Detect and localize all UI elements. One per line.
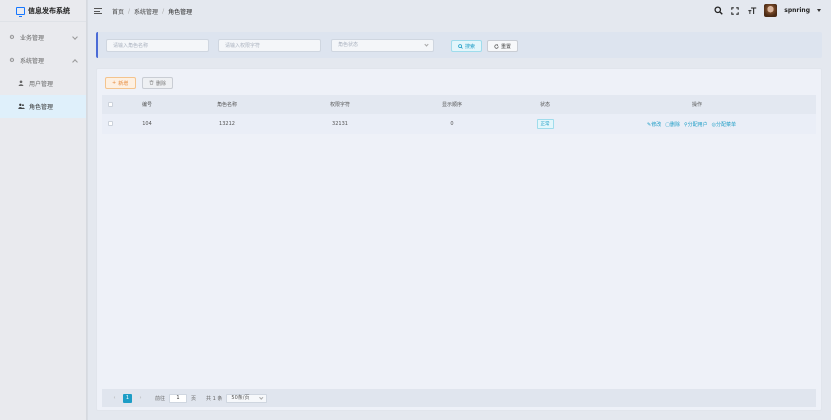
goto-suffix: 页 bbox=[191, 395, 197, 402]
search-button[interactable]: 搜索 bbox=[451, 40, 482, 52]
plus-icon: + bbox=[112, 80, 117, 86]
table-header: 编号 角色名称 权限字符 显示顺序 状态 操作 bbox=[102, 95, 816, 114]
delete-action-label: 删除 bbox=[669, 121, 680, 128]
cell-role-name: 13212 bbox=[219, 121, 235, 127]
caret-down-icon[interactable] bbox=[817, 9, 821, 12]
sidebar-item-label: 用户管理 bbox=[29, 81, 54, 88]
monitor-icon bbox=[16, 6, 25, 17]
column-header-permission-key: 权限字符 bbox=[329, 102, 350, 108]
sidebar-item-label: 业务管理 bbox=[20, 35, 45, 42]
breadcrumb-separator: / bbox=[128, 7, 131, 15]
add-button[interactable]: + 新增 bbox=[105, 77, 136, 89]
reset-button-label: 重置 bbox=[500, 43, 511, 50]
user-icon bbox=[17, 79, 25, 88]
goto-page-input[interactable]: 1 bbox=[169, 393, 188, 403]
edit-action[interactable]: ✎修改 bbox=[647, 121, 661, 128]
assign-menu-action-label: 分配菜单 bbox=[716, 121, 737, 128]
cell-status: 正常 bbox=[532, 119, 558, 129]
search-button-label: 搜索 bbox=[464, 43, 475, 50]
column-header-display-order: 显示顺序 bbox=[441, 102, 462, 108]
sidebar-item-users[interactable]: 用户管理 bbox=[0, 72, 86, 95]
refresh-icon bbox=[494, 43, 499, 49]
permission-key-input[interactable] bbox=[218, 39, 321, 52]
search-form: 角色状态 搜索 重置 bbox=[96, 32, 822, 58]
cell-permission-key: 32131 bbox=[332, 121, 348, 127]
sidebar-menu: ⚙ 业务管理 ⚙ 系统管理 用户管理 角色管理 bbox=[0, 22, 86, 118]
chevron-down-icon bbox=[259, 395, 263, 400]
status-badge: 正常 bbox=[536, 119, 554, 129]
sidebar-item-roles[interactable]: 角色管理 bbox=[0, 95, 86, 118]
select-all-checkbox[interactable] bbox=[108, 102, 113, 107]
chevron-down-icon bbox=[424, 42, 429, 47]
add-button-label: 新增 bbox=[118, 80, 129, 87]
gear-icon: ⚙ bbox=[9, 34, 15, 41]
column-header-role-name: 角色名称 bbox=[216, 102, 237, 108]
chevron-down-icon bbox=[72, 59, 78, 65]
chevron-down-icon bbox=[72, 34, 78, 40]
delete-button[interactable]: 删除 bbox=[142, 77, 173, 89]
table-row: 104 13212 32131 0 正常 ✎修改 ▢删除 ⚲分配用户 ◎分配菜单 bbox=[102, 114, 816, 134]
total-count: 共 1 条 bbox=[206, 395, 223, 402]
search-icon[interactable] bbox=[713, 6, 723, 16]
breadcrumb: 首页 / 系统管理 / 角色管理 bbox=[112, 7, 192, 16]
sidebar-item-system[interactable]: ⚙ 系统管理 bbox=[0, 49, 86, 72]
column-header-actions: 操作 bbox=[691, 102, 702, 108]
fullscreen-icon[interactable] bbox=[730, 6, 740, 16]
app-title: 信息发布系统 bbox=[28, 6, 70, 15]
sidebar-item-label: 角色管理 bbox=[29, 104, 54, 111]
username[interactable]: spnring bbox=[784, 7, 810, 14]
page-size-select[interactable]: 50条/页 bbox=[226, 393, 268, 403]
assign-users-action[interactable]: ⚲分配用户 bbox=[684, 121, 708, 128]
cell-id: 104 bbox=[142, 121, 152, 127]
users-icon bbox=[17, 103, 25, 111]
menu-toggle-icon[interactable] bbox=[94, 8, 102, 14]
sidebar: 信息发布系统 ⚙ 业务管理 ⚙ 系统管理 用户管理 角色管理 bbox=[0, 0, 87, 420]
prev-page-icon[interactable]: ‹ bbox=[110, 394, 119, 403]
sidebar-item-label: 系统管理 bbox=[20, 58, 45, 65]
gear-icon: ⚙ bbox=[9, 57, 15, 64]
sidebar-item-business[interactable]: ⚙ 业务管理 bbox=[0, 26, 86, 49]
brand[interactable]: 信息发布系统 bbox=[0, 0, 86, 22]
font-size-icon[interactable] bbox=[747, 6, 757, 16]
column-header-id: 编号 bbox=[141, 102, 152, 108]
breadcrumb-current: 角色管理 bbox=[168, 8, 193, 16]
breadcrumb-home[interactable]: 首页 bbox=[112, 7, 124, 16]
reset-button[interactable]: 重置 bbox=[487, 40, 518, 52]
row-checkbox[interactable] bbox=[108, 121, 113, 126]
delete-button-label: 删除 bbox=[156, 80, 167, 87]
trash-icon bbox=[149, 79, 154, 87]
column-header-status: 状态 bbox=[539, 102, 550, 108]
table-card: + 新增 删除 编号 角色名称 权限字符 显示顺序 状态 操作 104 1321… bbox=[96, 68, 822, 411]
edit-action-label: 修改 bbox=[651, 121, 662, 128]
role-name-input[interactable] bbox=[106, 39, 209, 52]
table-toolbar: + 新增 删除 bbox=[105, 77, 173, 89]
status-select-placeholder: 角色状态 bbox=[338, 42, 359, 48]
next-page-icon[interactable]: › bbox=[136, 394, 145, 403]
topbar: 首页 / 系统管理 / 角色管理 spnring bbox=[88, 0, 831, 22]
breadcrumb-separator: / bbox=[162, 7, 165, 15]
main-area: 首页 / 系统管理 / 角色管理 spnring 请输入角色名称 请输入权限字符… bbox=[88, 0, 831, 420]
status-select[interactable]: 角色状态 bbox=[331, 39, 434, 52]
delete-action[interactable]: ▢删除 bbox=[665, 121, 680, 128]
search-icon bbox=[458, 43, 463, 49]
page-number-current[interactable]: 1 bbox=[123, 393, 132, 403]
topbar-actions: spnring bbox=[713, 4, 821, 17]
goto-label: 前往 bbox=[155, 395, 166, 402]
assign-menu-action[interactable]: ◎分配菜单 bbox=[712, 121, 736, 128]
row-actions: ✎修改 ▢删除 ⚲分配用户 ◎分配菜单 bbox=[647, 121, 736, 128]
cell-display-order: 0 bbox=[450, 121, 454, 127]
avatar[interactable] bbox=[764, 4, 778, 17]
page-size-value: 50条/页 bbox=[231, 394, 250, 401]
breadcrumb-system: 系统管理 bbox=[134, 8, 159, 16]
assign-users-action-label: 分配用户 bbox=[687, 121, 708, 128]
pagination: ‹ 1 › 前往 1 页 共 1 条 50条/页 bbox=[102, 389, 816, 407]
